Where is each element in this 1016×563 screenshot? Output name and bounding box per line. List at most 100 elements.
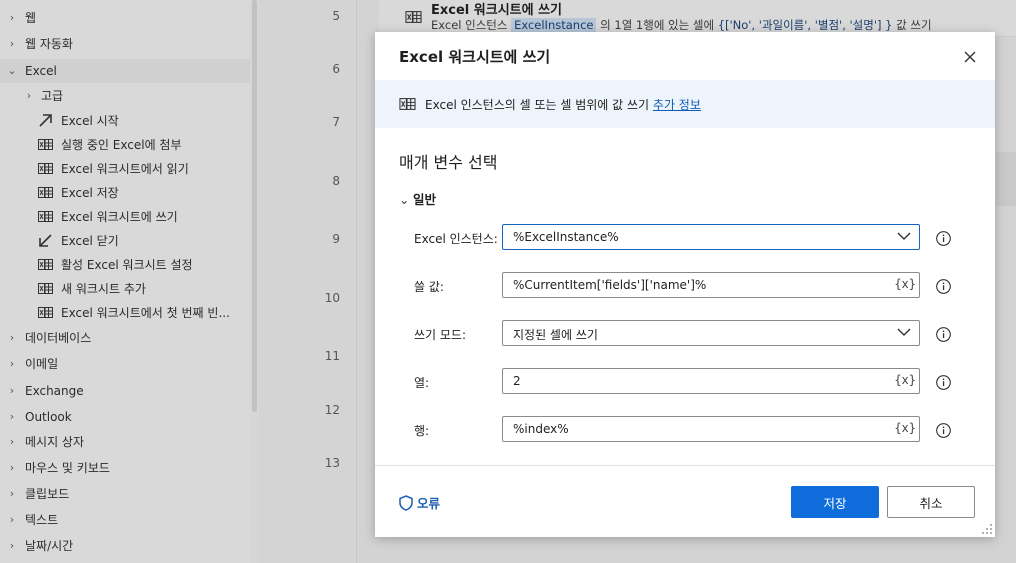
excel-sheet-icon — [38, 259, 53, 270]
step-desc-middle: 의 1열 1행에 있는 셀에 — [596, 18, 718, 32]
group-text[interactable]: › 텍스트 — [0, 508, 250, 532]
info-text-wrap: Excel 인스턴스의 셀 또는 셀 범위에 값 쓰기 추가 정보 — [425, 96, 701, 113]
action-add-worksheet[interactable]: 새 워크시트 추가 — [0, 277, 250, 301]
action-get-first-empty[interactable]: Excel 워크시트에서 첫 번째 빈... — [0, 301, 250, 325]
insert-variable-button[interactable]: {x} — [894, 277, 916, 291]
line-number: 9 — [332, 232, 340, 246]
group-web-automation[interactable]: › 웹 자동화 — [0, 32, 250, 56]
chevron-down-icon — [897, 328, 911, 336]
on-error-label: 오류 — [417, 496, 441, 511]
write-worksheet-dialog: Excel 워크시트에 쓰기 Excel 인스턴스의 셀 또는 셀 범위에 값 … — [375, 32, 995, 537]
subgroup-advanced[interactable]: › 고급 — [0, 84, 250, 108]
chevron-right-icon: › — [9, 384, 15, 397]
info-icon[interactable] — [936, 231, 951, 246]
more-info-link[interactable]: 추가 정보 — [653, 98, 701, 112]
info-banner: Excel 인스턴스의 셀 또는 셀 범위에 값 쓰기 추가 정보 — [375, 80, 995, 128]
step-description: Excel 인스턴스 ExcelInstance 의 1열 1행에 있는 셀에 … — [431, 17, 932, 33]
section-title: 매개 변수 선택 — [399, 153, 498, 172]
chevron-right-icon: › — [9, 357, 15, 370]
row-label: 행: — [414, 424, 430, 438]
write-mode-dropdown[interactable]: 지정된 셀에 쓰기 — [502, 320, 920, 346]
cancel-button[interactable]: 취소 — [887, 486, 975, 518]
excel-sheet-icon — [38, 187, 53, 198]
excel-sheet-icon — [38, 211, 53, 222]
info-icon[interactable] — [936, 327, 951, 342]
column-input[interactable]: 2 {x} — [502, 368, 920, 394]
info-icon[interactable] — [936, 375, 951, 390]
step-title: Excel 워크시트에 쓰기 — [431, 3, 563, 18]
group-clipboard[interactable]: › 클립보드 — [0, 482, 250, 506]
step-desc-suffix: 값 쓰기 — [892, 18, 932, 32]
excel-sheet-icon — [38, 283, 53, 294]
group-web[interactable]: › 웹 — [0, 6, 250, 30]
group-datetime[interactable]: › 날짜/시간 — [0, 534, 250, 558]
group-email[interactable]: › 이메일 — [0, 352, 250, 376]
action-write-worksheet[interactable]: Excel 워크시트에 쓰기 — [0, 205, 250, 229]
general-group-toggle[interactable]: ⌄ 일반 — [399, 189, 436, 208]
close-icon[interactable] — [960, 47, 980, 67]
row-value: %index% — [513, 422, 569, 436]
excel-instance-label: Excel 인스턴스: — [414, 232, 498, 246]
variable-token: ExcelInstance — [511, 18, 597, 32]
action-save-excel[interactable]: Excel 저장 — [0, 181, 250, 205]
row-input[interactable]: %index% {x} — [502, 416, 920, 442]
sidebar-scrollbar[interactable] — [250, 0, 259, 563]
group-database[interactable]: › 데이터베이스 — [0, 326, 250, 350]
line-number: 7 — [332, 115, 340, 129]
info-icon[interactable] — [936, 423, 951, 438]
info-text: Excel 인스턴스의 셀 또는 셀 범위에 값 쓰기 — [425, 98, 653, 112]
column-label: 열: — [414, 376, 430, 390]
chevron-right-icon: › — [9, 461, 15, 474]
excel-sheet-icon — [38, 163, 53, 174]
excel-sheet-icon — [405, 11, 422, 23]
group-exchange[interactable]: › Exchange — [0, 379, 250, 403]
column-value: 2 — [513, 374, 521, 388]
chevron-right-icon: › — [9, 435, 15, 448]
line-number: 5 — [332, 9, 340, 23]
arrow-up-right-icon — [39, 114, 52, 127]
line-number: 11 — [324, 349, 340, 363]
resize-grip-icon[interactable] — [981, 523, 993, 535]
info-icon[interactable] — [936, 279, 951, 294]
chevron-right-icon: › — [9, 331, 15, 344]
chevron-right-icon: › — [9, 37, 15, 50]
action-launch-excel[interactable]: Excel 시작 — [0, 109, 250, 133]
on-error-link[interactable]: 오류 — [399, 493, 440, 512]
scrollbar-thumb[interactable] — [252, 0, 257, 412]
action-read-worksheet[interactable]: Excel 워크시트에서 읽기 — [0, 157, 250, 181]
excel-sheet-icon — [38, 139, 53, 150]
line-number: 10 — [324, 291, 340, 305]
step-desc-prefix: Excel 인스턴스 — [431, 18, 512, 32]
action-close-excel[interactable]: Excel 닫기 — [0, 229, 250, 253]
value-to-write-input[interactable]: %CurrentItem['fields']['name']% {x} — [502, 272, 920, 298]
write-mode-label: 쓰기 모드: — [414, 328, 467, 342]
line-number-gutter: 5 6 7 8 9 10 11 12 13 — [259, 0, 357, 563]
value-to-write-label: 쓸 값: — [414, 280, 444, 294]
line-number: 6 — [332, 62, 340, 76]
group-message-boxes[interactable]: › 메시지 상자 — [0, 430, 250, 454]
chevron-right-icon: › — [26, 89, 32, 102]
insert-variable-button[interactable]: {x} — [894, 421, 916, 435]
footer-divider — [375, 465, 995, 466]
excel-instance-dropdown[interactable]: %ExcelInstance% — [502, 224, 920, 250]
insert-variable-button[interactable]: {x} — [894, 373, 916, 387]
general-group-label: 일반 — [413, 192, 437, 207]
chevron-right-icon: › — [9, 487, 15, 500]
line-number: 13 — [324, 456, 340, 470]
group-excel[interactable]: ⌄ Excel — [0, 59, 250, 83]
line-number: 8 — [332, 174, 340, 188]
value-to-write-value: %CurrentItem['fields']['name']% — [513, 278, 707, 292]
group-outlook[interactable]: › Outlook — [0, 405, 250, 429]
arrow-down-left-icon — [39, 234, 52, 247]
excel-sheet-icon — [399, 98, 416, 110]
write-mode-value: 지정된 셀에 쓰기 — [513, 328, 598, 342]
selected-step-edge — [996, 152, 1016, 206]
group-mouse-keyboard[interactable]: › 마우스 및 키보드 — [0, 456, 250, 480]
chevron-right-icon: › — [9, 11, 15, 24]
action-set-active-worksheet[interactable]: 활성 Excel 워크시트 설정 — [0, 253, 250, 277]
chevron-right-icon: › — [9, 539, 15, 552]
save-button[interactable]: 저장 — [791, 486, 879, 518]
action-attach-excel[interactable]: 실행 중인 Excel에 첨부 — [0, 133, 250, 157]
step-desc-value: {['No', '과일이름', '별점', '설명'] } — [717, 18, 893, 32]
chevron-right-icon: › — [9, 410, 15, 423]
